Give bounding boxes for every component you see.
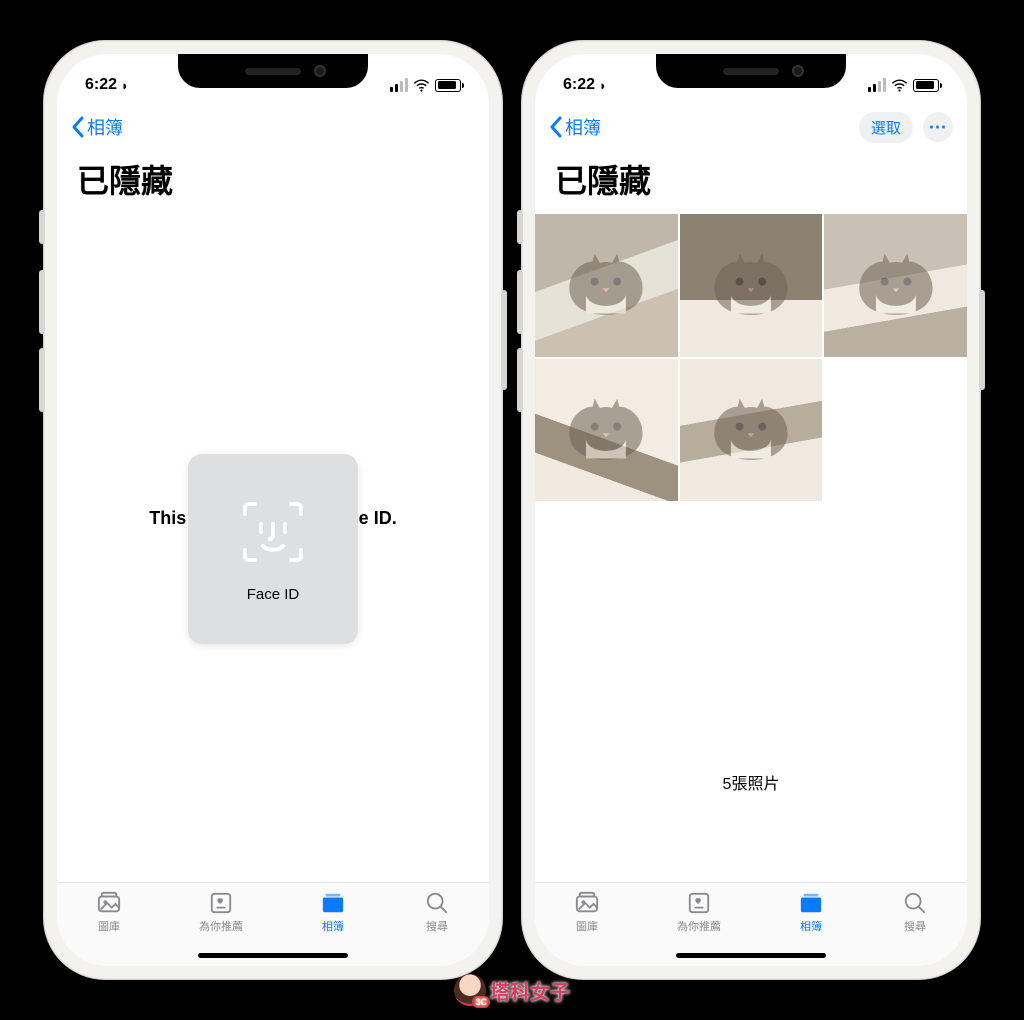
volume-up-button xyxy=(39,270,45,334)
back-label: 相簿 xyxy=(87,114,123,140)
library-icon xyxy=(573,891,601,915)
tab-library-label: 圖庫 xyxy=(576,918,598,934)
content-locked: This Album requires Face ID. Face ID xyxy=(57,214,489,882)
for-you-icon xyxy=(207,891,235,915)
dnd-moon-icon: ◗ xyxy=(599,78,607,93)
faceid-label: Face ID xyxy=(247,586,300,603)
tab-albums-label: 相簿 xyxy=(322,918,344,934)
faceid-icon xyxy=(237,496,309,568)
faceid-prompt[interactable]: Face ID xyxy=(188,454,358,644)
page-title: 已隱藏 xyxy=(57,152,489,214)
volume-down-button xyxy=(517,348,523,412)
volume-up-button xyxy=(517,270,523,334)
status-time: 6:22 xyxy=(85,76,117,94)
front-camera xyxy=(314,65,326,77)
front-camera xyxy=(792,65,804,77)
tab-library[interactable]: 圖庫 xyxy=(573,891,601,934)
battery-icon xyxy=(913,79,939,92)
photo-thumbnail[interactable] xyxy=(535,359,678,502)
nav-bar: 相簿 xyxy=(57,102,489,152)
tab-for-you-label: 為你推薦 xyxy=(677,918,721,934)
photo-thumbnail[interactable] xyxy=(680,214,823,357)
silence-switch xyxy=(517,210,523,244)
ellipsis-icon: ⋯ xyxy=(929,117,948,138)
library-icon xyxy=(95,891,123,915)
tab-for-you-label: 為你推薦 xyxy=(199,918,243,934)
tab-albums-label: 相簿 xyxy=(800,918,822,934)
phone-frame-left: 6:22 ◗ 相簿 已隱藏 This Album requires Face I… xyxy=(43,40,503,980)
cellular-icon xyxy=(868,78,886,92)
phone-frame-right: 6:22 ◗ 相簿 選取 ⋯ 已隱藏 xyxy=(521,40,981,980)
tab-search[interactable]: 搜尋 xyxy=(901,891,929,934)
tab-albums[interactable]: 相簿 xyxy=(797,891,825,934)
wifi-icon xyxy=(891,77,908,94)
tab-albums[interactable]: 相簿 xyxy=(319,891,347,934)
tab-search-label: 搜尋 xyxy=(426,918,448,934)
notch xyxy=(178,54,368,88)
search-icon xyxy=(901,891,929,915)
photo-count: 5張照片 xyxy=(535,770,967,794)
tab-library-label: 圖庫 xyxy=(98,918,120,934)
photo-thumbnail[interactable] xyxy=(535,214,678,357)
silence-switch xyxy=(39,210,45,244)
search-icon xyxy=(423,891,451,915)
content-grid: 5張照片 xyxy=(535,214,967,882)
for-you-icon xyxy=(685,891,713,915)
battery-icon xyxy=(435,79,461,92)
dnd-moon-icon: ◗ xyxy=(121,78,129,93)
watermark-text: 塔科女子 xyxy=(490,976,570,1005)
chevron-left-icon xyxy=(71,116,85,138)
photo-thumbnail[interactable] xyxy=(824,214,967,357)
nav-bar: 相簿 選取 ⋯ xyxy=(535,102,967,152)
earpiece xyxy=(245,68,301,75)
power-button xyxy=(501,290,507,390)
notch xyxy=(656,54,846,88)
albums-icon xyxy=(319,891,347,915)
tab-for-you[interactable]: 為你推薦 xyxy=(677,891,721,934)
back-button[interactable]: 相簿 xyxy=(549,114,601,140)
status-time: 6:22 xyxy=(563,76,595,94)
tab-search[interactable]: 搜尋 xyxy=(423,891,451,934)
photo-grid xyxy=(535,214,967,501)
wifi-icon xyxy=(413,77,430,94)
watermark: 塔科女子 xyxy=(454,974,570,1006)
tab-library[interactable]: 圖庫 xyxy=(95,891,123,934)
back-button[interactable]: 相簿 xyxy=(71,114,123,140)
power-button xyxy=(979,290,985,390)
albums-icon xyxy=(797,891,825,915)
home-indicator[interactable] xyxy=(198,953,348,958)
home-indicator[interactable] xyxy=(676,953,826,958)
chevron-left-icon xyxy=(549,116,563,138)
tab-search-label: 搜尋 xyxy=(904,918,926,934)
tab-for-you[interactable]: 為你推薦 xyxy=(199,891,243,934)
cellular-icon xyxy=(390,78,408,92)
page-title: 已隱藏 xyxy=(535,152,967,214)
back-label: 相簿 xyxy=(565,114,601,140)
photo-thumbnail[interactable] xyxy=(680,359,823,502)
earpiece xyxy=(723,68,779,75)
volume-down-button xyxy=(39,348,45,412)
more-button[interactable]: ⋯ xyxy=(923,112,953,142)
screen-right: 6:22 ◗ 相簿 選取 ⋯ 已隱藏 xyxy=(535,54,967,966)
screen-left: 6:22 ◗ 相簿 已隱藏 This Album requires Face I… xyxy=(57,54,489,966)
select-button[interactable]: 選取 xyxy=(859,112,913,143)
watermark-avatar xyxy=(454,974,486,1006)
